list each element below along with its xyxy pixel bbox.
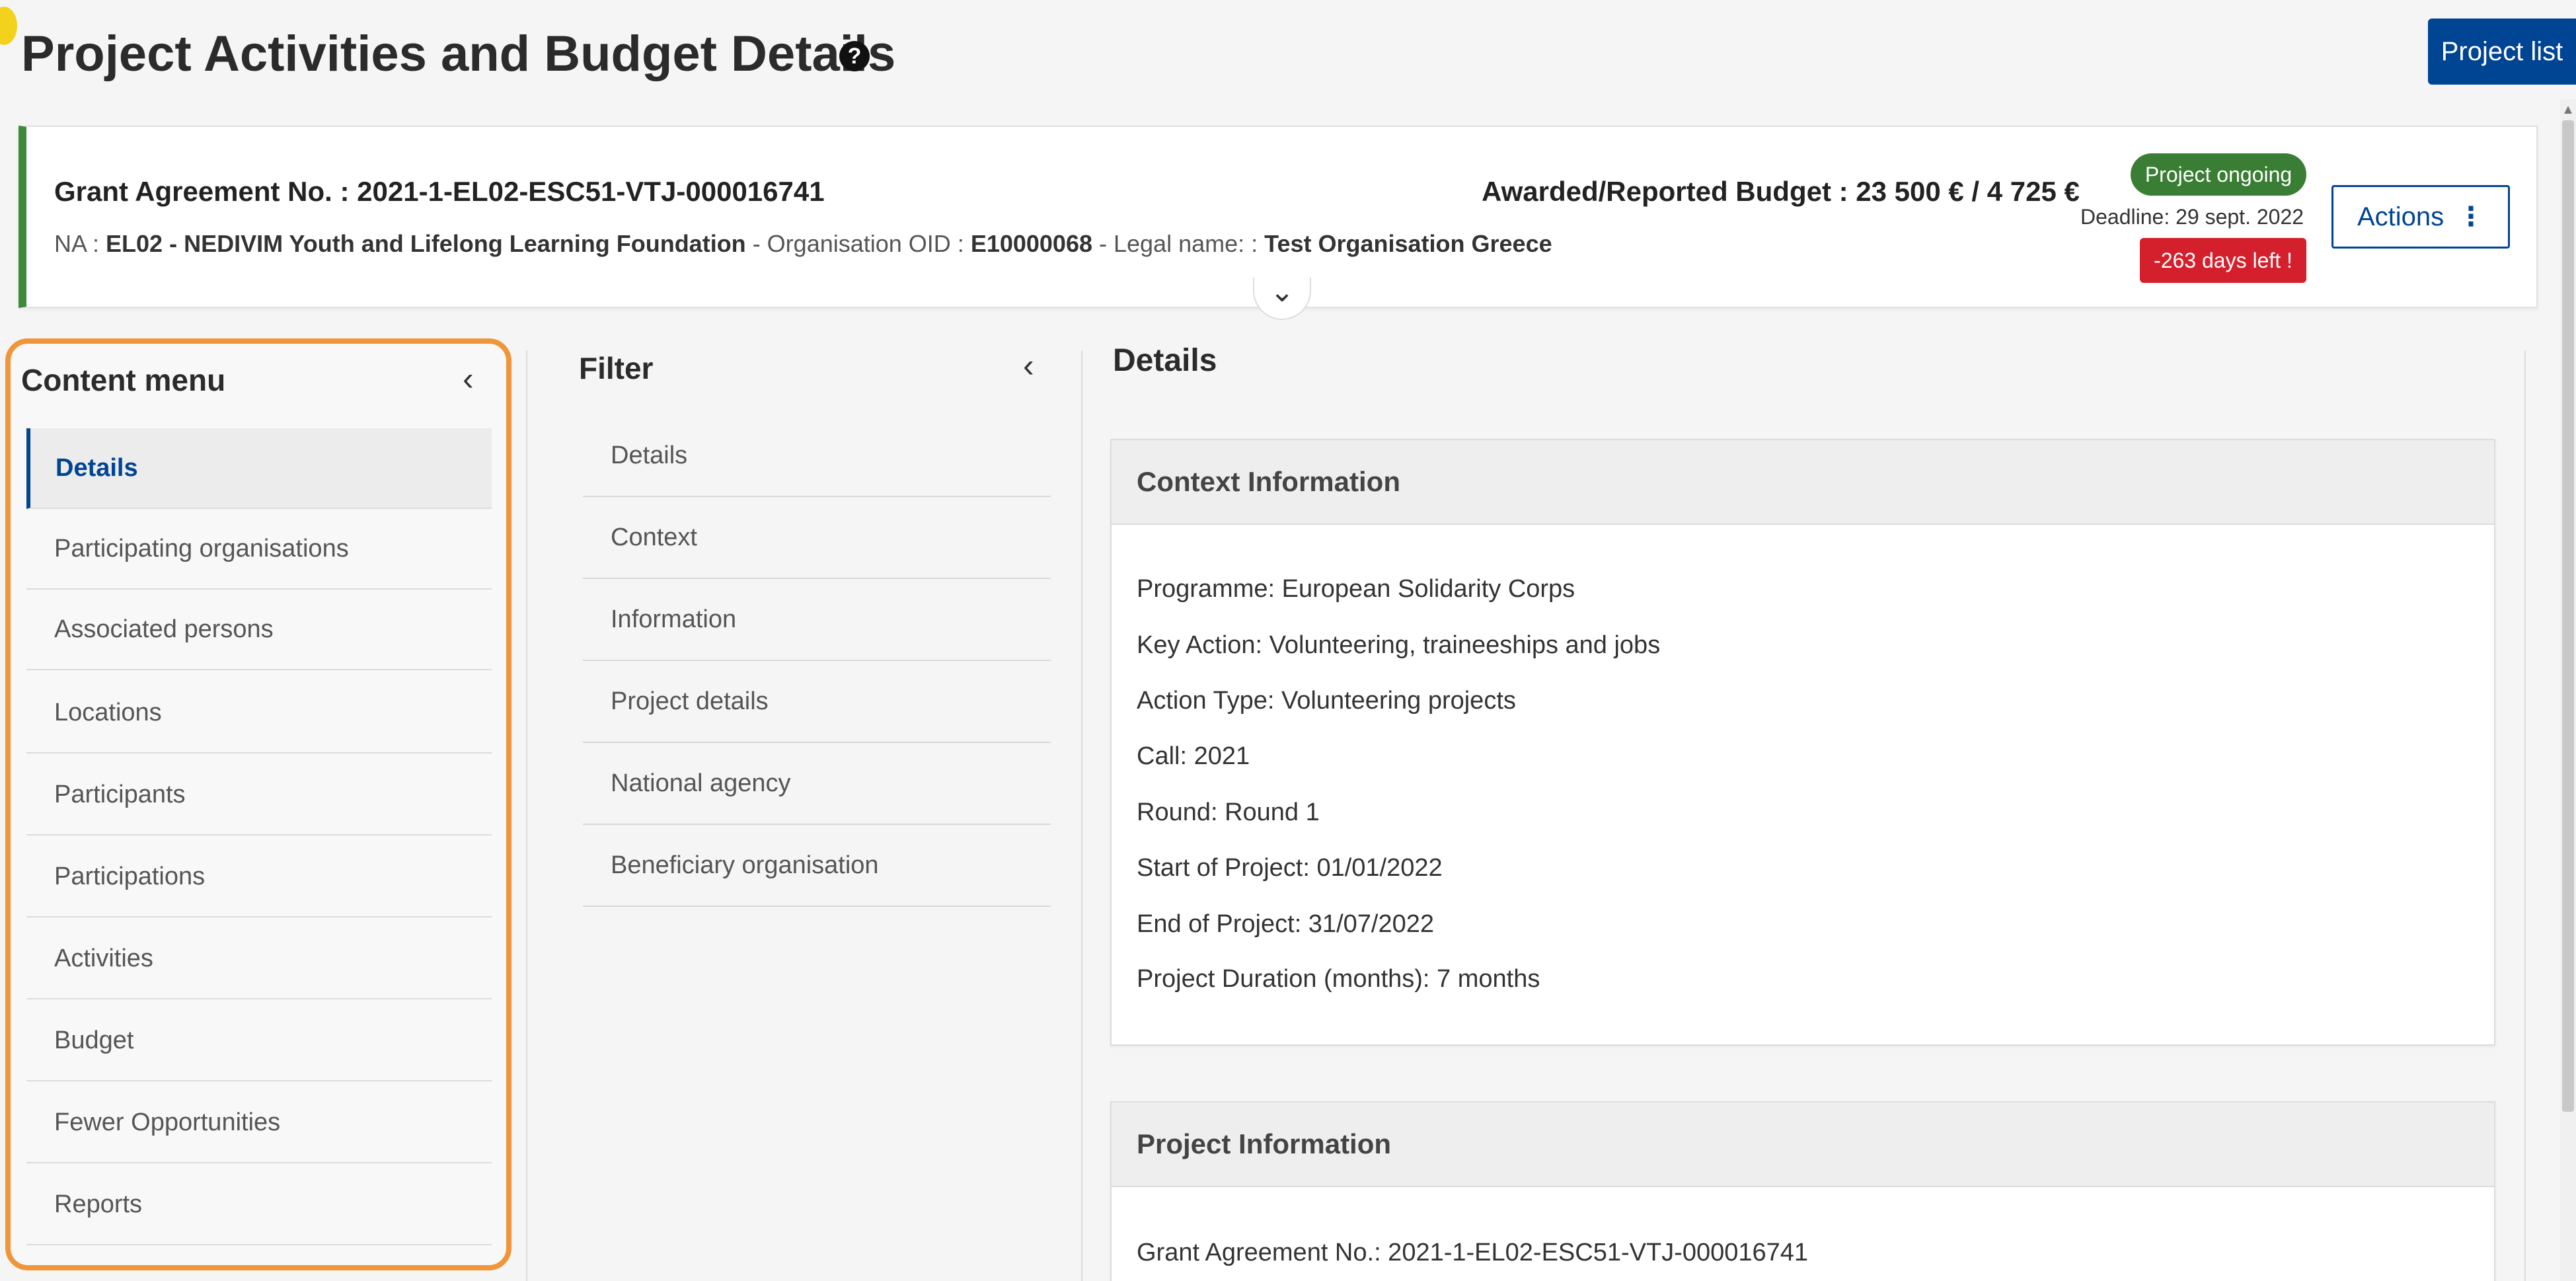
filter-item-details[interactable]: Details xyxy=(583,415,1051,497)
scrollbar-thumb[interactable] xyxy=(2562,120,2574,1112)
context-row: Programme: European Solidarity Corps xyxy=(1137,575,1575,603)
context-row: End of Project: 31/07/2022 xyxy=(1137,910,1434,938)
panel-divider xyxy=(526,350,527,1281)
panel-divider xyxy=(2524,350,2526,1281)
context-information-title: Context Information xyxy=(1112,440,2494,525)
content-menu-item-locations[interactable]: Locations xyxy=(26,673,492,754)
content-menu-item-participants[interactable]: Participants xyxy=(26,755,492,835)
context-row: Round: Round 1 xyxy=(1137,798,1320,826)
filter-item-information[interactable]: Information xyxy=(583,579,1051,661)
content-menu-item-details[interactable]: Details xyxy=(26,428,492,509)
filter-item-national-agency[interactable]: National agency xyxy=(583,743,1051,825)
content-menu-title: Content menu xyxy=(21,363,226,397)
grant-agreement-number: Grant Agreement No. : 2021-1-EL02-ESC51-… xyxy=(54,176,825,207)
days-left-badge: -263 days left ! xyxy=(2140,238,2306,283)
context-row: Key Action: Volunteering, traineeships a… xyxy=(1137,631,1661,659)
context-row: Call: 2021 xyxy=(1137,742,1250,770)
na-value: EL02 - NEDIVIM Youth and Lifelong Learni… xyxy=(106,230,746,257)
awarded-reported-budget: Awarded/Reported Budget : 23 500 € / 4 7… xyxy=(1482,176,2080,207)
kebab-menu-icon: ⋮ xyxy=(2458,202,2484,231)
content-menu-item-reports[interactable]: Reports xyxy=(26,1165,492,1245)
content-menu-item-activities[interactable]: Activities xyxy=(26,919,492,999)
grant-organisation-info: NA : EL02 - NEDIVIM Youth and Lifelong L… xyxy=(54,230,1552,258)
na-label: NA : xyxy=(54,230,106,257)
content-menu-item-participations[interactable]: Participations xyxy=(26,837,492,917)
project-list-button[interactable]: Project list xyxy=(2428,19,2576,85)
filter-item-context[interactable]: Context xyxy=(583,497,1051,579)
details-heading: Details xyxy=(1113,343,1217,378)
content-menu-item-fewer-opportunities[interactable]: Fewer Opportunities xyxy=(26,1083,492,1163)
filter-item-beneficiary-organisation[interactable]: Beneficiary organisation xyxy=(583,825,1051,907)
chevron-left-icon[interactable]: ‹ xyxy=(1023,346,1034,385)
filter-item-project-details[interactable]: Project details xyxy=(583,661,1051,743)
context-row: Project Duration (months): 7 months xyxy=(1137,965,1540,993)
page-title: Project Activities and Budget Details xyxy=(21,26,896,82)
oid-value: E10000068 xyxy=(970,230,1092,257)
actions-label: Actions xyxy=(2357,202,2444,231)
project-info-row: Grant Agreement No.: 2021-1-EL02-ESC51-V… xyxy=(1137,1239,1809,1266)
context-row: Start of Project: 01/01/2022 xyxy=(1137,854,1443,882)
content-menu-item-associated-persons[interactable]: Associated persons xyxy=(26,590,492,670)
question-circle-icon[interactable]: ? xyxy=(839,41,870,71)
filter-title: Filter xyxy=(579,351,654,385)
context-information-card: Context Information xyxy=(1110,439,2495,1046)
legal-name-label: - Legal name: : xyxy=(1092,230,1265,257)
deadline-text: Deadline: 29 sept. 2022 xyxy=(2080,205,2304,229)
content-menu-item-budget[interactable]: Budget xyxy=(26,1001,492,1081)
oid-label: - Organisation OID : xyxy=(745,230,971,257)
actions-button[interactable]: Actions ⋮ xyxy=(2331,185,2510,249)
chevron-down-icon[interactable]: ⌄ xyxy=(1253,278,1311,320)
panel-divider xyxy=(1081,350,1082,1281)
content-menu-item-participating-organisations[interactable]: Participating organisations xyxy=(26,509,492,590)
chevron-left-icon[interactable]: ‹ xyxy=(463,360,474,398)
status-badge: Project ongoing xyxy=(2131,153,2306,196)
context-row: Action Type: Volunteering projects xyxy=(1137,687,1516,715)
project-information-title: Project Information xyxy=(1112,1103,2494,1187)
scroll-up-arrow-icon[interactable]: ▲ xyxy=(2560,102,2576,118)
cursor-indicator xyxy=(0,7,17,45)
legal-name-value: Test Organisation Greece xyxy=(1264,230,1552,257)
